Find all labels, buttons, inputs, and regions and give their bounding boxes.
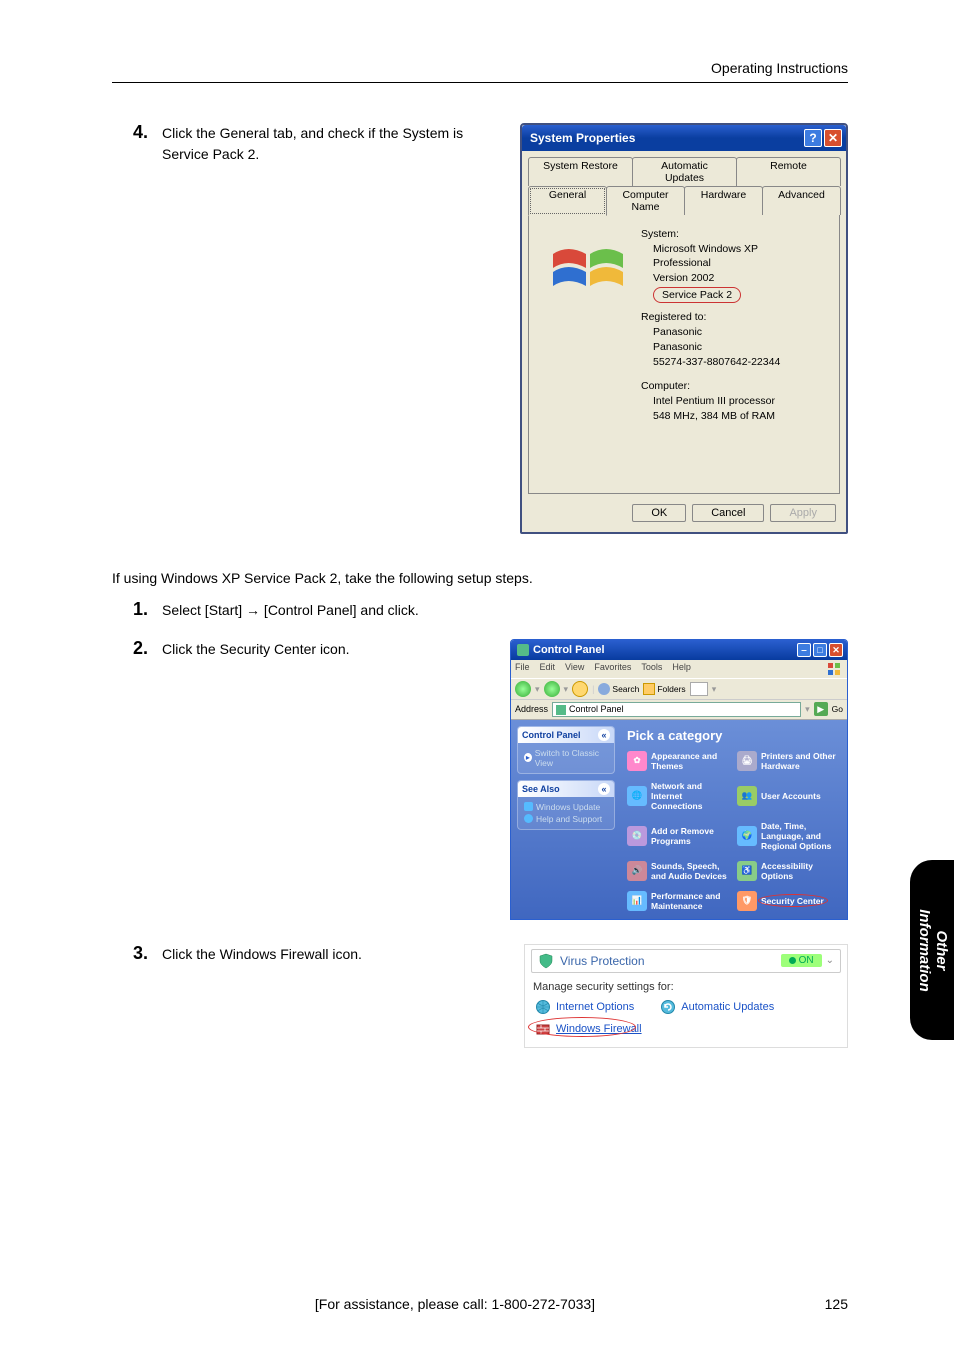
windows-update-link[interactable]: Windows Update (522, 801, 610, 813)
shield-icon (538, 953, 554, 969)
step4-text: Click the General tab, and check if the … (162, 123, 512, 165)
collapse-icon[interactable]: « (598, 783, 610, 795)
minimize-icon[interactable]: ‒ (797, 643, 811, 657)
page-header: Operating Instructions (711, 60, 848, 76)
cat-security-center[interactable]: 🛡Security Center (737, 891, 841, 911)
side-panel-control-panel: Control Panel« ▸Switch to Classic View (517, 726, 615, 774)
cancel-button[interactable]: Cancel (692, 504, 764, 522)
chevron-down-icon[interactable]: ⌄ (826, 955, 834, 966)
tab-hardware[interactable]: Hardware (684, 186, 763, 215)
callout-ring (528, 1017, 636, 1037)
control-panel-title: Control Panel (533, 644, 605, 656)
appearance-icon: ✿ (627, 751, 647, 771)
toolbar[interactable]: ▾ ▾ | Search Folders ▾ (511, 678, 847, 700)
internet-options-link[interactable]: Internet Options (535, 999, 634, 1015)
cat-appearance[interactable]: ✿Appearance and Themes (627, 751, 731, 771)
header-rule (112, 82, 848, 83)
cat-add-remove[interactable]: 💿Add or Remove Programs (627, 821, 731, 851)
globe-icon: 🌍 (737, 826, 757, 846)
callout-ring (758, 894, 828, 907)
cat-printers[interactable]: 🖨Printers and Other Hardware (737, 751, 841, 771)
up-icon[interactable] (572, 681, 588, 697)
step1-text: Select [Start] → [Control Panel] and cli… (162, 600, 512, 621)
tab-system-restore[interactable]: System Restore (528, 157, 633, 186)
virus-protection-label: Virus Protection (560, 954, 781, 968)
cat-accessibility[interactable]: ♿Accessibility Options (737, 861, 841, 881)
dialog-title-text: System Properties (530, 131, 802, 145)
forward-icon[interactable] (544, 681, 560, 697)
programs-icon: 💿 (627, 826, 647, 846)
category-heading: Pick a category (627, 728, 841, 743)
help-support-link[interactable]: Help and Support (522, 813, 610, 825)
collapse-icon[interactable]: « (598, 729, 610, 741)
go-button[interactable]: ▶ (814, 702, 828, 716)
search-icon (598, 683, 610, 695)
help-icon[interactable]: ? (804, 129, 822, 147)
switch-classic-link[interactable]: ▸Switch to Classic View (522, 747, 610, 769)
footer-assistance: [For assistance, please call: 1-800-272-… (112, 1296, 798, 1312)
windows-firewall-link[interactable]: Windows Firewall (535, 1021, 841, 1037)
tab-advanced[interactable]: Advanced (762, 186, 841, 215)
intro-paragraph: If using Windows XP Service Pack 2, take… (112, 570, 848, 586)
windows-logo-icon (543, 235, 633, 305)
folders-icon (643, 683, 655, 695)
maximize-icon[interactable]: □ (813, 643, 827, 657)
security-center-panel: Virus Protection ON ⌄ Manage security se… (524, 944, 848, 1048)
apply-button: Apply (770, 504, 836, 522)
step1-number: 1. (112, 600, 148, 620)
step4-number: 4. (112, 123, 148, 143)
update-icon (660, 999, 676, 1015)
virus-protection-row[interactable]: Virus Protection ON ⌄ (531, 949, 841, 973)
cat-date-time[interactable]: 🌍Date, Time, Language, and Regional Opti… (737, 821, 841, 851)
cat-users[interactable]: 👥User Accounts (737, 781, 841, 811)
status-on-badge: ON (781, 954, 822, 967)
system-info: System: Microsoft Windows XP Professiona… (641, 225, 780, 423)
page-number: 125 (798, 1296, 848, 1312)
shield-icon: 🛡 (737, 891, 757, 911)
address-field[interactable]: Control Panel (552, 702, 801, 717)
speaker-icon: 🔊 (627, 861, 647, 881)
printer-icon: 🖨 (737, 751, 757, 771)
automatic-updates-link[interactable]: Automatic Updates (660, 999, 774, 1015)
service-pack-badge: Service Pack 2 (653, 287, 741, 303)
windows-flag-icon (827, 662, 841, 676)
step2-number: 2. (112, 639, 148, 660)
globe-icon (535, 999, 551, 1015)
tab-remote[interactable]: Remote (736, 157, 841, 186)
accessibility-icon: ♿ (737, 861, 757, 881)
tab-general[interactable]: General (528, 186, 607, 216)
tab-automatic-updates[interactable]: Automatic Updates (632, 157, 737, 186)
side-panel-see-also: See Also« Windows Update Help and Suppor… (517, 780, 615, 830)
manage-label: Manage security settings for: (533, 981, 841, 993)
menu-bar[interactable]: FileEditView FavoritesToolsHelp (511, 660, 847, 678)
tab-computer-name[interactable]: Computer Name (606, 186, 685, 215)
close-icon[interactable]: ✕ (824, 129, 842, 147)
step3-text: Click the Windows Firewall icon. (162, 944, 512, 965)
ok-button[interactable]: OK (632, 504, 686, 522)
section-tab: OtherInformation (910, 860, 954, 1040)
control-panel-icon (517, 644, 529, 656)
network-icon: 🌐 (627, 786, 647, 806)
back-icon[interactable] (515, 681, 531, 697)
dialog-titlebar: System Properties ? ✕ (522, 125, 846, 151)
cat-network[interactable]: 🌐Network and Internet Connections (627, 781, 731, 811)
views-icon[interactable] (690, 682, 708, 696)
close-icon[interactable]: ✕ (829, 643, 843, 657)
users-icon: 👥 (737, 786, 757, 806)
performance-icon: 📊 (627, 891, 647, 911)
control-panel-window: Control Panel ‒ □ ✕ FileEditView Favorit… (510, 639, 848, 920)
cat-performance[interactable]: 📊Performance and Maintenance (627, 891, 731, 911)
step2-text: Click the Security Center icon. (162, 639, 510, 660)
cat-sounds[interactable]: 🔊Sounds, Speech, and Audio Devices (627, 861, 731, 881)
system-properties-dialog: System Properties ? ✕ System Restore Aut… (520, 123, 848, 534)
step3-number: 3. (112, 944, 148, 965)
